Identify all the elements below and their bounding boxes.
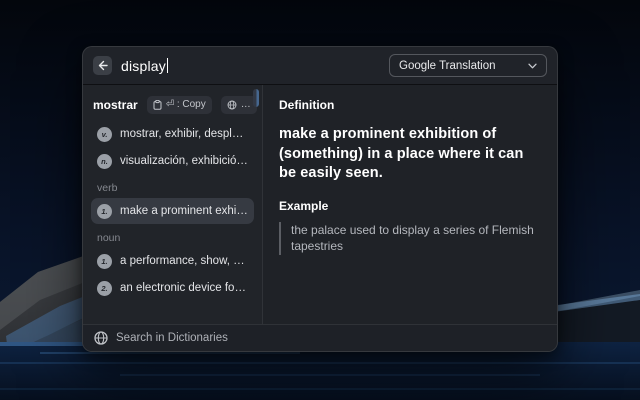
search-bar: display Google Translation <box>83 47 557 85</box>
dictionary-popup-window: display Google Translation mostrar ⏎ : C… <box>82 46 558 352</box>
list-item-translation-verb[interactable]: v. mostrar, exhibir, desplegar, exp... <box>91 121 254 147</box>
definition-text: make a prominent exhibition of (somethin… <box>279 125 541 184</box>
text-caret <box>167 58 169 73</box>
dropdown-selected-label: Google Translation <box>399 60 496 72</box>
search-query-text: display <box>121 58 166 74</box>
copy-shortcut-label: ⏎ : Copy <box>166 99 206 110</box>
list-item-label: an electronic device for the visu... <box>120 282 248 294</box>
part-of-speech-badge: v. <box>97 127 112 142</box>
language-more-label: … <box>241 99 251 110</box>
clipboard-icon <box>153 100 162 110</box>
detail-panel: Definition make a prominent exhibition o… <box>263 85 557 324</box>
results-list-panel: mostrar ⏎ : Copy … <box>83 85 263 324</box>
definition-heading: Definition <box>279 98 541 112</box>
example-quote: the palace used to display a series of F… <box>279 222 541 256</box>
footer-action-bar[interactable]: Search in Dictionaries <box>83 324 557 351</box>
footer-action-label: Search in Dictionaries <box>116 332 228 344</box>
search-input[interactable]: display <box>121 58 168 74</box>
back-button[interactable] <box>93 56 112 75</box>
translation-source-dropdown[interactable]: Google Translation <box>389 54 547 77</box>
list-item-label: a performance, show, or event i... <box>120 255 248 267</box>
list-item-definition-noun-1[interactable]: 1. a performance, show, or event i... <box>91 248 254 274</box>
list-item-definition-selected[interactable]: 1. make a prominent exhibition of (... <box>91 198 254 224</box>
dictionary-globe-icon <box>94 331 108 345</box>
sense-number-badge: 2. <box>97 281 112 296</box>
list-item-label: visualización, exhibición, presen... <box>120 155 248 167</box>
list-item-definition-noun-2[interactable]: 2. an electronic device for the visu... <box>91 275 254 301</box>
globe-icon <box>227 100 237 110</box>
sense-number-badge: 1. <box>97 204 112 219</box>
list-scrollbar-thumb[interactable] <box>253 89 259 107</box>
group-heading-verb: verb <box>97 182 248 194</box>
result-word-header: mostrar ⏎ : Copy … <box>93 95 254 114</box>
copy-shortcut-pill[interactable]: ⏎ : Copy <box>147 96 212 114</box>
content-area: mostrar ⏎ : Copy … <box>83 85 557 324</box>
chevron-down-icon <box>528 63 537 69</box>
group-heading-noun: noun <box>97 232 248 244</box>
translated-word: mostrar <box>93 98 138 112</box>
arrow-left-icon <box>97 60 108 71</box>
part-of-speech-badge: n. <box>97 154 112 169</box>
list-item-translation-noun[interactable]: n. visualización, exhibición, presen... <box>91 148 254 174</box>
list-item-label: make a prominent exhibition of (... <box>120 205 248 217</box>
sense-number-badge: 1. <box>97 254 112 269</box>
language-more-pill[interactable]: … <box>221 96 257 114</box>
example-heading: Example <box>279 199 541 213</box>
list-item-label: mostrar, exhibir, desplegar, exp... <box>120 128 248 140</box>
